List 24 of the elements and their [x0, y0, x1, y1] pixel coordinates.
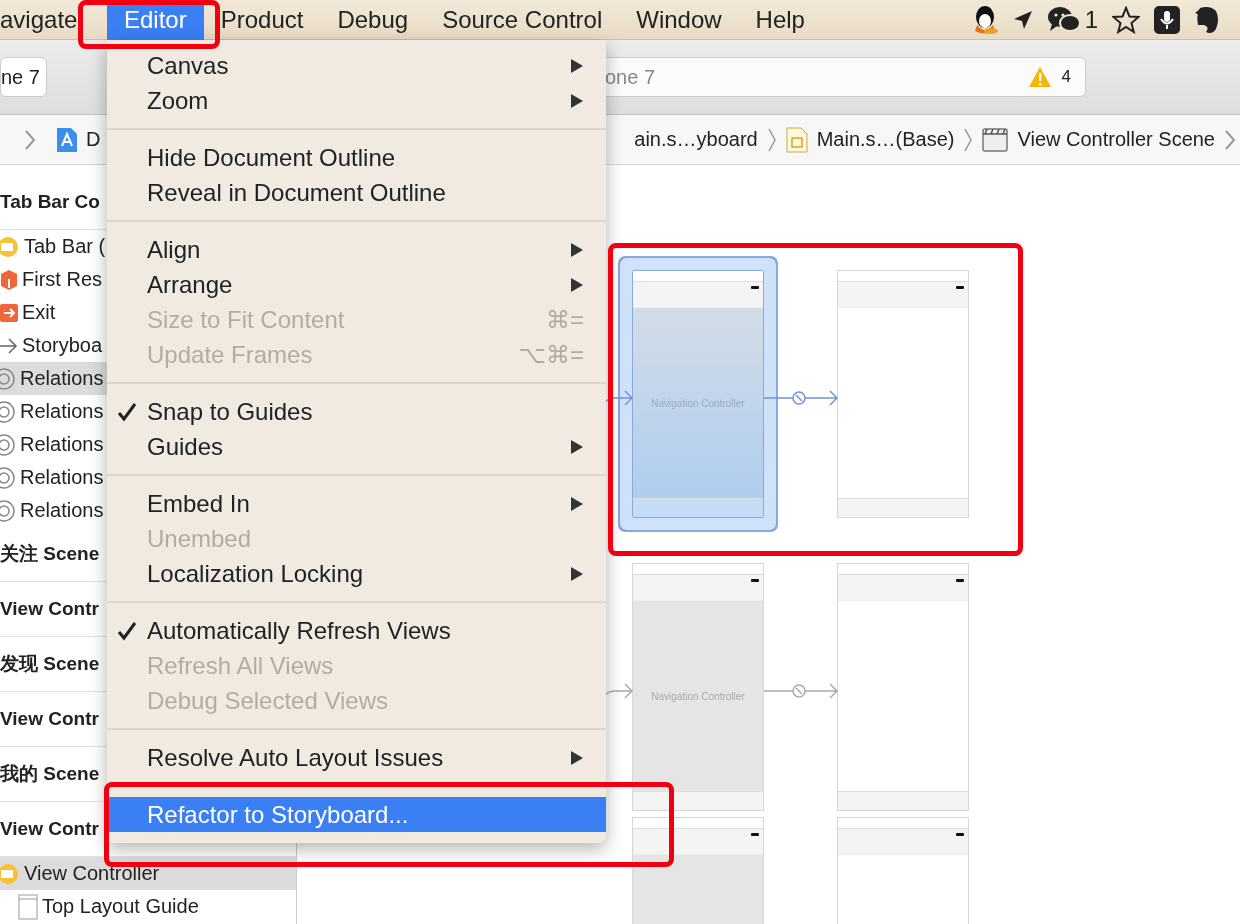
- activity-text: one 7: [605, 65, 657, 89]
- outline-label: Relations: [20, 433, 104, 456]
- outline-label: Relations: [20, 400, 104, 423]
- outline-label: View Controller: [24, 862, 160, 885]
- outline-label: Relations: [20, 466, 104, 489]
- outline-label: View Contr: [0, 708, 99, 730]
- outline-label: Relations: [20, 367, 104, 390]
- outline-label: Tab Bar Co: [0, 191, 100, 213]
- outline-label: Top Layout Guide: [42, 895, 199, 918]
- notification-count: 1: [1084, 5, 1098, 34]
- shortcut-text: ⌘=: [546, 305, 584, 334]
- outline-label: First Res: [22, 268, 102, 291]
- outline-label: Storyboa: [22, 334, 103, 357]
- outline-label: View Contr: [0, 598, 99, 620]
- outline-label: 我的 Scene: [0, 762, 100, 786]
- outline-label: Exit: [22, 301, 56, 324]
- scene-label: Navigation Controller: [651, 690, 745, 702]
- outline-label: 发现 Scene: [0, 652, 100, 676]
- warning-count: 4: [1061, 67, 1071, 87]
- outline-label: 关注 Scene: [0, 542, 100, 566]
- outline-label: Tab Bar (: [24, 235, 106, 258]
- outline-label: Relations: [20, 499, 104, 522]
- outline-label: View Contr: [0, 818, 99, 840]
- shortcut-text: ⌥⌘=: [518, 340, 584, 369]
